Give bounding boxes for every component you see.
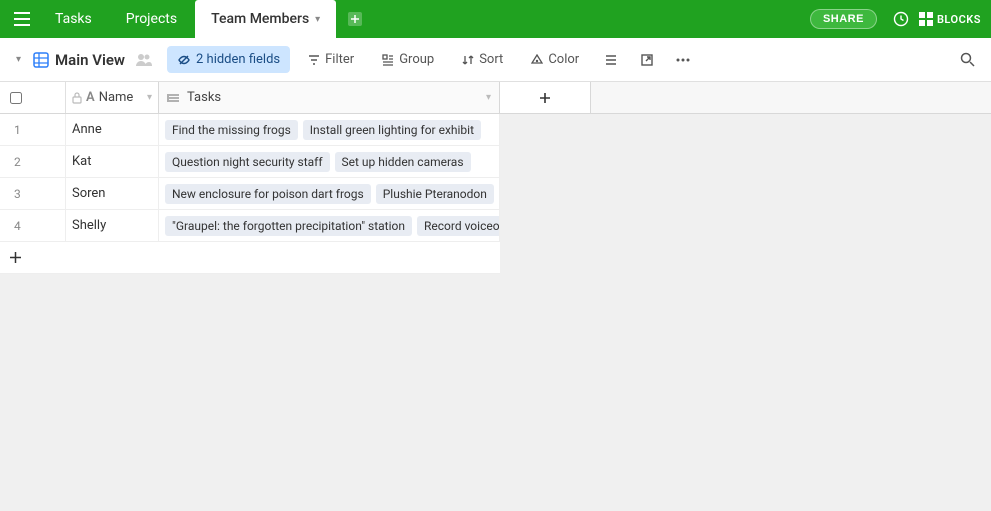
sort-label: Sort (479, 52, 503, 67)
column-tasks-label: Tasks (187, 90, 221, 105)
plus-icon (348, 12, 362, 26)
group-label: Group (399, 52, 434, 67)
color-label: Color (548, 52, 579, 67)
table-row[interactable]: 1 Anne Find the missing frogs Install gr… (0, 114, 500, 146)
grid-view-icon (33, 52, 49, 68)
task-chip[interactable]: New enclosure for poison dart frogs (165, 184, 371, 204)
cell-name[interactable]: Shelly (66, 210, 159, 241)
add-row[interactable] (0, 242, 500, 274)
add-row-button[interactable] (0, 252, 30, 263)
tab-projects[interactable]: Projects (110, 0, 193, 38)
row-number: 3 (0, 178, 66, 209)
sort-icon (462, 54, 474, 66)
lock-icon (72, 92, 82, 104)
top-bar: Tasks Projects Team Members ▾ SHARE BLOC… (0, 0, 991, 38)
row-height-icon (604, 53, 618, 67)
filter-label: Filter (325, 52, 354, 67)
table-header-row: A Name ▾ Tasks ▾ (0, 82, 991, 114)
tab-tasks[interactable]: Tasks (39, 0, 108, 38)
tab-team-members-label: Team Members (211, 11, 309, 27)
history-button[interactable] (887, 5, 915, 33)
select-all-checkbox[interactable] (10, 92, 22, 104)
blocks-label: BLOCKS (937, 13, 981, 26)
search-icon (960, 52, 975, 67)
share-button[interactable]: SHARE (810, 9, 877, 29)
cell-tasks[interactable]: Question night security staff Set up hid… (159, 146, 500, 177)
table-row[interactable]: 3 Soren New enclosure for poison dart fr… (0, 178, 500, 210)
cell-name[interactable]: Kat (66, 146, 159, 177)
hidden-fields-button[interactable]: 2 hidden fields (167, 46, 290, 73)
table-body: 1 Anne Find the missing frogs Install gr… (0, 114, 500, 274)
row-number: 2 (0, 146, 66, 177)
color-button[interactable]: Color (521, 46, 589, 73)
hamburger-menu[interactable] (6, 3, 38, 35)
view-toolbar: ▾ Main View 2 hidden fields Filter Group… (0, 38, 991, 82)
row-number: 4 (0, 210, 66, 241)
search-button[interactable] (953, 52, 981, 67)
text-field-icon: A (86, 90, 95, 105)
group-icon (382, 54, 394, 66)
color-icon (531, 54, 543, 66)
views-dropdown[interactable]: ▾ (10, 50, 27, 69)
filter-button[interactable]: Filter (298, 46, 364, 73)
view-name[interactable]: Main View (55, 51, 125, 69)
task-chip[interactable]: Find the missing frogs (165, 120, 298, 140)
dots-icon (676, 58, 690, 62)
add-table-button[interactable] (343, 7, 367, 31)
cell-tasks[interactable]: "Graupel: the forgotten precipitation" s… (159, 210, 500, 241)
column-name-label: Name (99, 90, 134, 105)
plus-icon (539, 92, 551, 104)
add-column-button[interactable] (500, 82, 591, 113)
eye-off-icon (177, 53, 191, 67)
group-button[interactable]: Group (372, 46, 444, 73)
external-link-icon (640, 53, 654, 67)
task-chip[interactable]: Install green lighting for exhibit (303, 120, 481, 140)
task-chip[interactable]: Question night security staff (165, 152, 330, 172)
hidden-fields-label: 2 hidden fields (196, 52, 280, 67)
filter-icon (308, 54, 320, 66)
column-header-tasks[interactable]: Tasks ▾ (159, 82, 500, 113)
chevron-down-icon[interactable]: ▾ (486, 92, 491, 103)
plus-icon (10, 252, 21, 263)
export-button[interactable] (633, 53, 661, 67)
sort-button[interactable]: Sort (452, 46, 513, 73)
task-chip[interactable]: Record voiceover (417, 216, 500, 236)
column-header-name[interactable]: A Name ▾ (66, 82, 159, 113)
blocks-icon (919, 12, 933, 26)
grid-table: A Name ▾ Tasks ▾ 1 Anne Find the missing… (0, 82, 991, 511)
cell-name[interactable]: Soren (66, 178, 159, 209)
hamburger-icon (14, 12, 30, 26)
chevron-down-icon: ▾ (315, 14, 320, 25)
task-chip[interactable]: "Graupel: the forgotten precipitation" s… (165, 216, 412, 236)
tab-team-members[interactable]: Team Members ▾ (195, 0, 336, 38)
table-row[interactable]: 4 Shelly "Graupel: the forgotten precipi… (0, 210, 500, 242)
blocks-button[interactable]: BLOCKS (919, 12, 981, 26)
table-row[interactable]: 2 Kat Question night security staff Set … (0, 146, 500, 178)
more-options-button[interactable] (669, 58, 697, 62)
task-chip[interactable]: Plushie Pteranodon (376, 184, 494, 204)
task-chip[interactable]: Set up hidden cameras (335, 152, 471, 172)
link-field-icon (167, 92, 181, 104)
cell-name[interactable]: Anne (66, 114, 159, 145)
row-number: 1 (0, 114, 66, 145)
chevron-down-icon[interactable]: ▾ (147, 92, 152, 103)
people-icon (135, 53, 153, 67)
history-icon (893, 11, 909, 27)
cell-tasks[interactable]: New enclosure for poison dart frogs Plus… (159, 178, 500, 209)
row-height-button[interactable] (597, 53, 625, 67)
collaborators-button[interactable] (135, 53, 153, 67)
select-all-cell[interactable] (0, 82, 66, 113)
cell-tasks[interactable]: Find the missing frogs Install green lig… (159, 114, 500, 145)
